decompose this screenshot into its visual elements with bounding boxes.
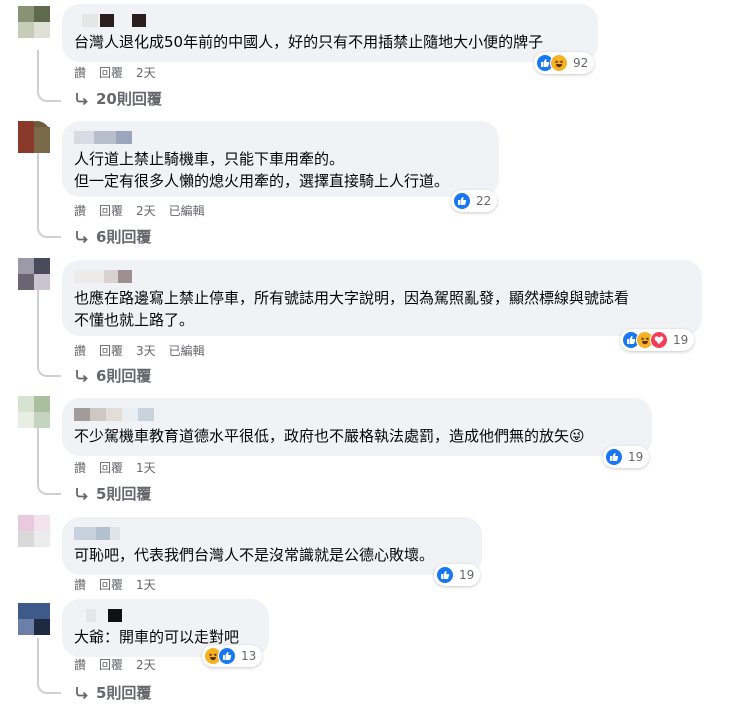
replies-count: 5則回覆 xyxy=(96,684,152,702)
comment-actions: 讚 回覆 2天 已編輯 xyxy=(74,202,205,219)
thread-line xyxy=(37,50,39,90)
comment-bubble: 台灣人退化成50年前的中國人，好的只有不用插禁止隨地大小便的牌子 xyxy=(62,4,598,62)
view-replies-link[interactable]: 20則回覆 xyxy=(74,88,162,109)
comment-actions: 讚 回覆 2天 xyxy=(74,64,156,81)
reaction-count: 13 xyxy=(241,649,257,663)
reaction-summary[interactable]: 92 xyxy=(534,52,595,74)
comment-actions: 讚 回覆 2天 xyxy=(74,656,156,673)
reply-arrow-icon xyxy=(76,92,88,105)
reaction-summary[interactable]: 19 xyxy=(434,564,481,586)
reply-button[interactable]: 回覆 xyxy=(99,342,123,359)
reply-arrow-icon xyxy=(76,369,88,382)
like-button[interactable]: 讚 xyxy=(74,342,86,359)
replies-count: 5則回覆 xyxy=(96,485,152,503)
reaction-count: 19 xyxy=(628,450,644,464)
thread-line xyxy=(37,428,39,480)
reaction-count: 19 xyxy=(673,333,689,347)
like-button[interactable]: 讚 xyxy=(74,656,86,673)
like-icon xyxy=(436,566,454,584)
timestamp[interactable]: 2天 xyxy=(136,202,156,219)
thread-line xyxy=(37,638,39,680)
reply-arrow-icon xyxy=(76,487,88,500)
timestamp[interactable]: 2天 xyxy=(136,656,156,673)
timestamp[interactable]: 1天 xyxy=(136,576,156,593)
view-replies-link[interactable]: 6則回覆 xyxy=(74,226,151,247)
timestamp[interactable]: 2天 xyxy=(136,64,156,81)
author-name[interactable] xyxy=(74,268,690,283)
reaction-summary[interactable]: 22 xyxy=(451,190,498,212)
edited-label: 已編輯 xyxy=(168,344,205,358)
reaction-summary[interactable]: 13 xyxy=(202,645,263,667)
comment-text: 人行道上禁止騎機車，只能下車用牽的。 但一定有很多人懶的熄火用牽的，選擇直接騎上… xyxy=(74,150,450,190)
view-replies-link[interactable]: 6則回覆 xyxy=(74,365,151,386)
thread-elbow xyxy=(37,361,61,377)
wink-emoji: 😜 xyxy=(569,427,585,445)
replies-count: 6則回覆 xyxy=(96,228,152,246)
love-icon xyxy=(650,331,668,349)
timestamp[interactable]: 3天 xyxy=(136,342,156,359)
reply-arrow-icon xyxy=(76,686,88,699)
comment-text: 台灣人退化成50年前的中國人，好的只有不用插禁止隨地大小便的牌子 xyxy=(74,33,544,51)
reaction-count: 22 xyxy=(476,194,492,208)
thread-line xyxy=(37,153,39,225)
like-button[interactable]: 讚 xyxy=(74,64,86,81)
thread-elbow xyxy=(37,479,61,495)
thread-line xyxy=(37,290,39,362)
view-replies-link[interactable]: 5則回覆 xyxy=(74,682,151,703)
avatar[interactable] xyxy=(18,515,50,547)
author-name[interactable] xyxy=(74,12,586,27)
reply-button[interactable]: 回覆 xyxy=(99,656,123,673)
comment-bubble: 也應在路邊寫上禁止停車，所有號誌用大字說明，因為駕照亂發，顯然標線與號誌看 不懂… xyxy=(62,260,702,336)
replies-count: 6則回覆 xyxy=(96,367,152,385)
like-icon xyxy=(218,647,236,665)
view-replies-link[interactable]: 5則回覆 xyxy=(74,483,151,504)
reaction-summary[interactable]: 19 xyxy=(603,446,650,468)
reaction-summary[interactable]: 19 xyxy=(620,329,695,351)
author-name[interactable] xyxy=(74,129,487,144)
like-icon xyxy=(605,448,623,466)
comment-actions: 讚 回覆 1天 xyxy=(74,459,156,476)
reply-button[interactable]: 回覆 xyxy=(99,576,123,593)
like-button[interactable]: 讚 xyxy=(74,459,86,476)
reaction-count: 19 xyxy=(459,568,475,582)
comment-text: 不少駕機車教育道德水平很低，政府也不嚴格執法處罰，造成他們無的放矢😜 xyxy=(74,427,585,445)
avatar[interactable] xyxy=(18,603,50,635)
author-name[interactable] xyxy=(74,607,257,622)
thread-elbow xyxy=(37,222,61,238)
reply-arrow-icon xyxy=(76,230,88,243)
like-icon xyxy=(453,192,471,210)
thread-elbow xyxy=(37,678,61,694)
comment-text: 可恥吧，代表我們台灣人不是沒常識就是公德心敗壞。 xyxy=(74,546,435,564)
reaction-count: 92 xyxy=(573,56,589,70)
like-button[interactable]: 讚 xyxy=(74,576,86,593)
avatar[interactable] xyxy=(18,396,50,428)
edited-label: 已編輯 xyxy=(168,204,205,218)
avatar[interactable] xyxy=(18,121,50,153)
replies-count: 20則回覆 xyxy=(96,90,162,108)
comment-actions: 讚 回覆 3天 已編輯 xyxy=(74,342,205,359)
comment-bubble: 人行道上禁止騎機車，只能下車用牽的。 但一定有很多人懶的熄火用牽的，選擇直接騎上… xyxy=(62,121,499,197)
like-button[interactable]: 讚 xyxy=(74,202,86,219)
thread-elbow xyxy=(37,86,61,102)
comment-bubble: 可恥吧，代表我們台灣人不是沒常識就是公德心敗壞。 xyxy=(62,517,482,575)
reply-button[interactable]: 回覆 xyxy=(99,202,123,219)
author-name[interactable] xyxy=(74,406,640,421)
timestamp[interactable]: 1天 xyxy=(136,459,156,476)
haha-icon xyxy=(550,54,568,72)
reply-button[interactable]: 回覆 xyxy=(99,64,123,81)
author-name[interactable] xyxy=(74,525,470,540)
avatar[interactable] xyxy=(18,6,50,38)
avatar[interactable] xyxy=(18,258,50,290)
reply-button[interactable]: 回覆 xyxy=(99,459,123,476)
comment-bubble: 不少駕機車教育道德水平很低，政府也不嚴格執法處罰，造成他們無的放矢😜 xyxy=(62,398,652,456)
comment-text: 也應在路邊寫上禁止停車，所有號誌用大字說明，因為駕照亂發，顯然標線與號誌看 不懂… xyxy=(74,289,630,329)
comment-actions: 讚 回覆 1天 xyxy=(74,576,156,593)
